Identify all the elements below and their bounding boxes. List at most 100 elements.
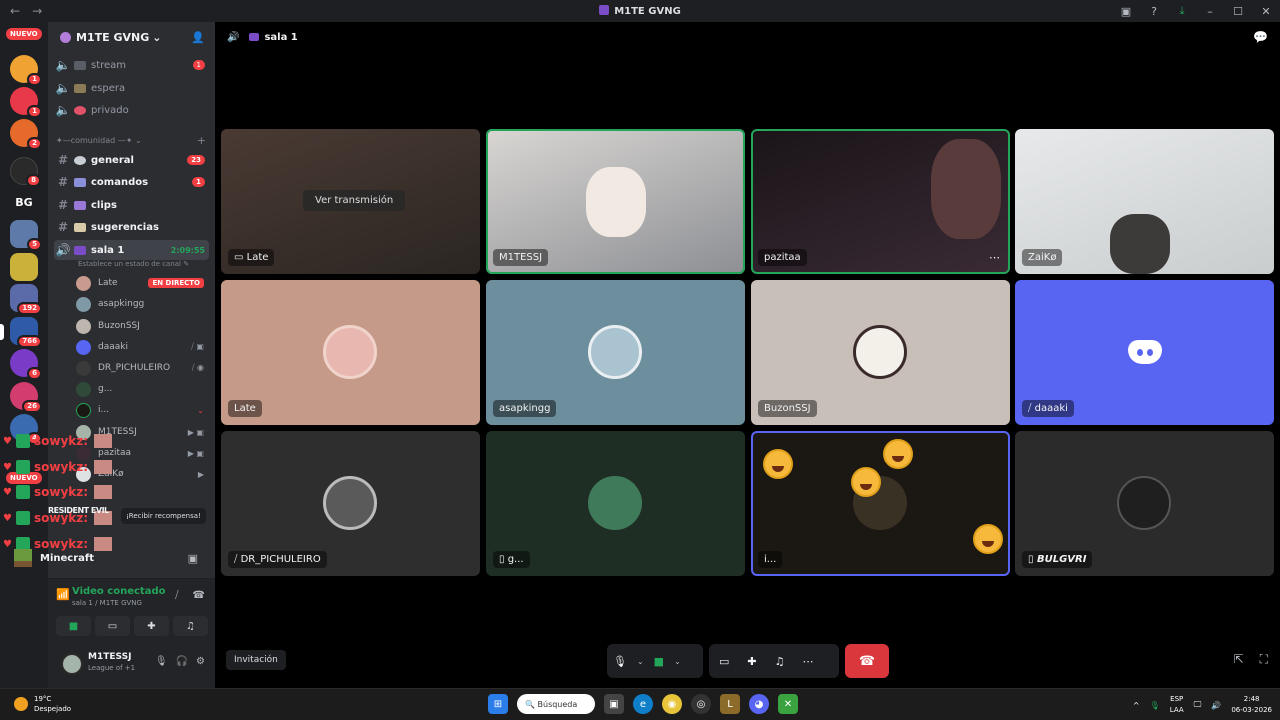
voice-user[interactable]: DR_PICHULEIRO ⧸ ◉ [76,358,206,378]
voice-status-sub[interactable]: sala 1 / M1TE GVNG [72,599,142,607]
more-options-icon[interactable]: ⋯ [803,655,814,668]
taskbar-search[interactable]: 🔍 Búsqueda [517,694,595,714]
guild-header[interactable]: M1TE GVNG ⌄ 👤 [48,22,215,52]
video-tile[interactable]: BuzonSSJ [751,280,1010,425]
forward-arrow-icon[interactable]: → [32,4,42,18]
chevron-down-icon[interactable]: ⌄ [674,657,681,666]
clock[interactable]: 2:48 06-03-2026 [1231,694,1272,716]
voice-channel-privado[interactable]: 🔈 privado [54,100,209,120]
video-tile[interactable]: pazitaa ⋯ [751,129,1010,274]
edge-icon[interactable]: e [633,694,653,714]
help-icon[interactable]: ? [1140,5,1168,18]
text-channel-sugerencias[interactable]: # sugerencias [54,217,209,237]
close-button[interactable]: ✕ [1252,5,1280,18]
text-channel-clips[interactable]: # clips [54,195,209,215]
signal-icon[interactable]: 📶 [56,588,70,601]
avatar[interactable] [61,653,83,675]
chat-bubble-icon[interactable]: 💬 [1253,30,1268,44]
task-view-icon[interactable]: ▣ [604,694,624,714]
server-icon[interactable]: 2 [10,119,42,150]
video-tile[interactable]: i... [751,431,1010,576]
camera-icon[interactable]: ■ [654,655,664,668]
popout-icon[interactable]: ⇱ [1234,652,1244,667]
maximize-button[interactable]: ☐ [1224,5,1252,18]
activity-button[interactable]: ✚ [134,616,169,636]
app-icon[interactable]: ◎ [691,694,711,714]
weather-widget[interactable]: 19°C Despejado [14,694,71,714]
inbox-icon[interactable]: ▣ [1112,5,1140,18]
fullscreen-icon[interactable]: ⛶ [1260,652,1268,667]
server-icon[interactable]: 192 [10,284,42,315]
server-icon[interactable]: 8 [10,157,41,187]
video-tile[interactable]: ZaiKø [1015,129,1274,274]
reward-button[interactable]: ¡Recibir recompensa! [121,508,206,524]
noise-suppression-icon[interactable]: ⧸ [175,590,178,601]
language-indicator[interactable]: ESP LAA [1170,694,1184,716]
windows-start-icon[interactable]: ⊞ [488,694,508,714]
text-channel-general[interactable]: # general 23 [54,150,209,170]
volume-icon[interactable]: 🔊 [1211,701,1221,710]
category-comunidad[interactable]: ✦—comunidad —✦ ⌄ + [56,134,206,147]
video-tile[interactable]: ⧸ daaaki [1015,280,1274,425]
disconnect-icon[interactable]: ☎ [193,590,205,601]
voice-user[interactable]: Late EN DIRECTO [76,273,206,293]
microphone-icon[interactable]: 🎙 [155,656,168,667]
video-tile[interactable]: Late [221,280,480,425]
tile-label: ⧸ daaaki [1022,400,1074,417]
screen-share-icon[interactable]: ▭ [719,655,729,668]
more-options-icon[interactable]: ⋯ [989,251,1000,264]
back-arrow-icon[interactable]: ← [10,4,20,18]
video-tile[interactable]: ▯ g... [486,431,745,576]
server-icon[interactable]: 6 [10,349,42,380]
network-icon[interactable]: 🖵 [1194,700,1202,710]
soundboard-icon[interactable]: ♫ [775,655,785,668]
soundboard-button[interactable]: ♫ [173,616,208,636]
tray-chevron-icon[interactable]: ^ [1133,701,1140,710]
add-channel-icon[interactable]: + [197,134,206,147]
voice-channel-espera[interactable]: 🔈 espera [54,78,209,98]
server-icon-bg[interactable]: BG [10,188,38,216]
channel-status[interactable]: Establece un estado de canal ✎ [78,260,189,268]
voice-user[interactable]: daaaki ⧸ ▣ [76,337,206,357]
headset-icon[interactable]: 🎧 [176,656,188,667]
video-tile[interactable]: M1TESSJ [486,129,745,274]
add-user-icon[interactable]: 👤 [191,31,205,44]
user-name[interactable]: M1TESSJ [88,652,131,662]
server-icon[interactable]: 26 [10,382,42,413]
screen-icon[interactable]: ▣ [188,552,198,565]
voice-user[interactable]: i... ⌄ [76,400,206,420]
server-icon[interactable]: 766 [10,317,42,348]
discord-icon[interactable]: ◕ [749,694,769,714]
invite-button[interactable]: Invitación [226,650,286,670]
voice-user[interactable]: g... [76,379,206,399]
voice-channel-sala-1[interactable]: 🔊 sala 1 2:09:55 [54,240,209,260]
hangup-button[interactable]: ☎ [845,644,889,678]
video-tile[interactable]: Ver transmisión ▭ Late [221,129,480,274]
minimize-button[interactable]: – [1196,5,1224,18]
minecraft-icon[interactable]: ✕ [778,694,798,714]
settings-icon[interactable]: ⚙ [196,656,205,667]
activity-icon[interactable]: ✚ [747,655,756,668]
text-channel-comandos[interactable]: # comandos 1 [54,172,209,192]
chevron-down-icon[interactable]: ⌄ [637,657,644,666]
screen-share-button[interactable]: ▭ [95,616,130,636]
league-icon[interactable]: L [720,694,740,714]
video-tile[interactable]: ▯ BULGVRI [1015,431,1274,576]
voice-channel-stream[interactable]: 🔈 stream 1 [54,55,209,75]
mic-tray-icon[interactable]: 🎙 [1150,701,1160,710]
server-icon[interactable] [10,253,38,281]
watch-stream-button[interactable]: Ver transmisión [303,190,406,211]
chrome-icon[interactable]: ◉ [662,694,682,714]
video-tile[interactable]: asapkingg [486,280,745,425]
server-icon[interactable]: 5 [10,220,42,251]
voice-user[interactable]: BuzonSSJ [76,316,206,336]
camera-button[interactable]: ■ [56,616,91,636]
activity-minecraft[interactable]: Minecraft ▣ [14,548,204,568]
server-icon[interactable]: 1 [10,87,42,118]
voice-user[interactable]: asapkingg [76,294,206,314]
server-icon[interactable]: 1 [10,55,42,86]
download-icon[interactable]: ⤓ [1168,4,1196,18]
video-tile[interactable]: ⧸ DR_PICHULEIRO [221,431,480,576]
microphone-icon[interactable]: 🎙 [613,655,627,668]
user-activity: League of +1 [88,664,136,672]
